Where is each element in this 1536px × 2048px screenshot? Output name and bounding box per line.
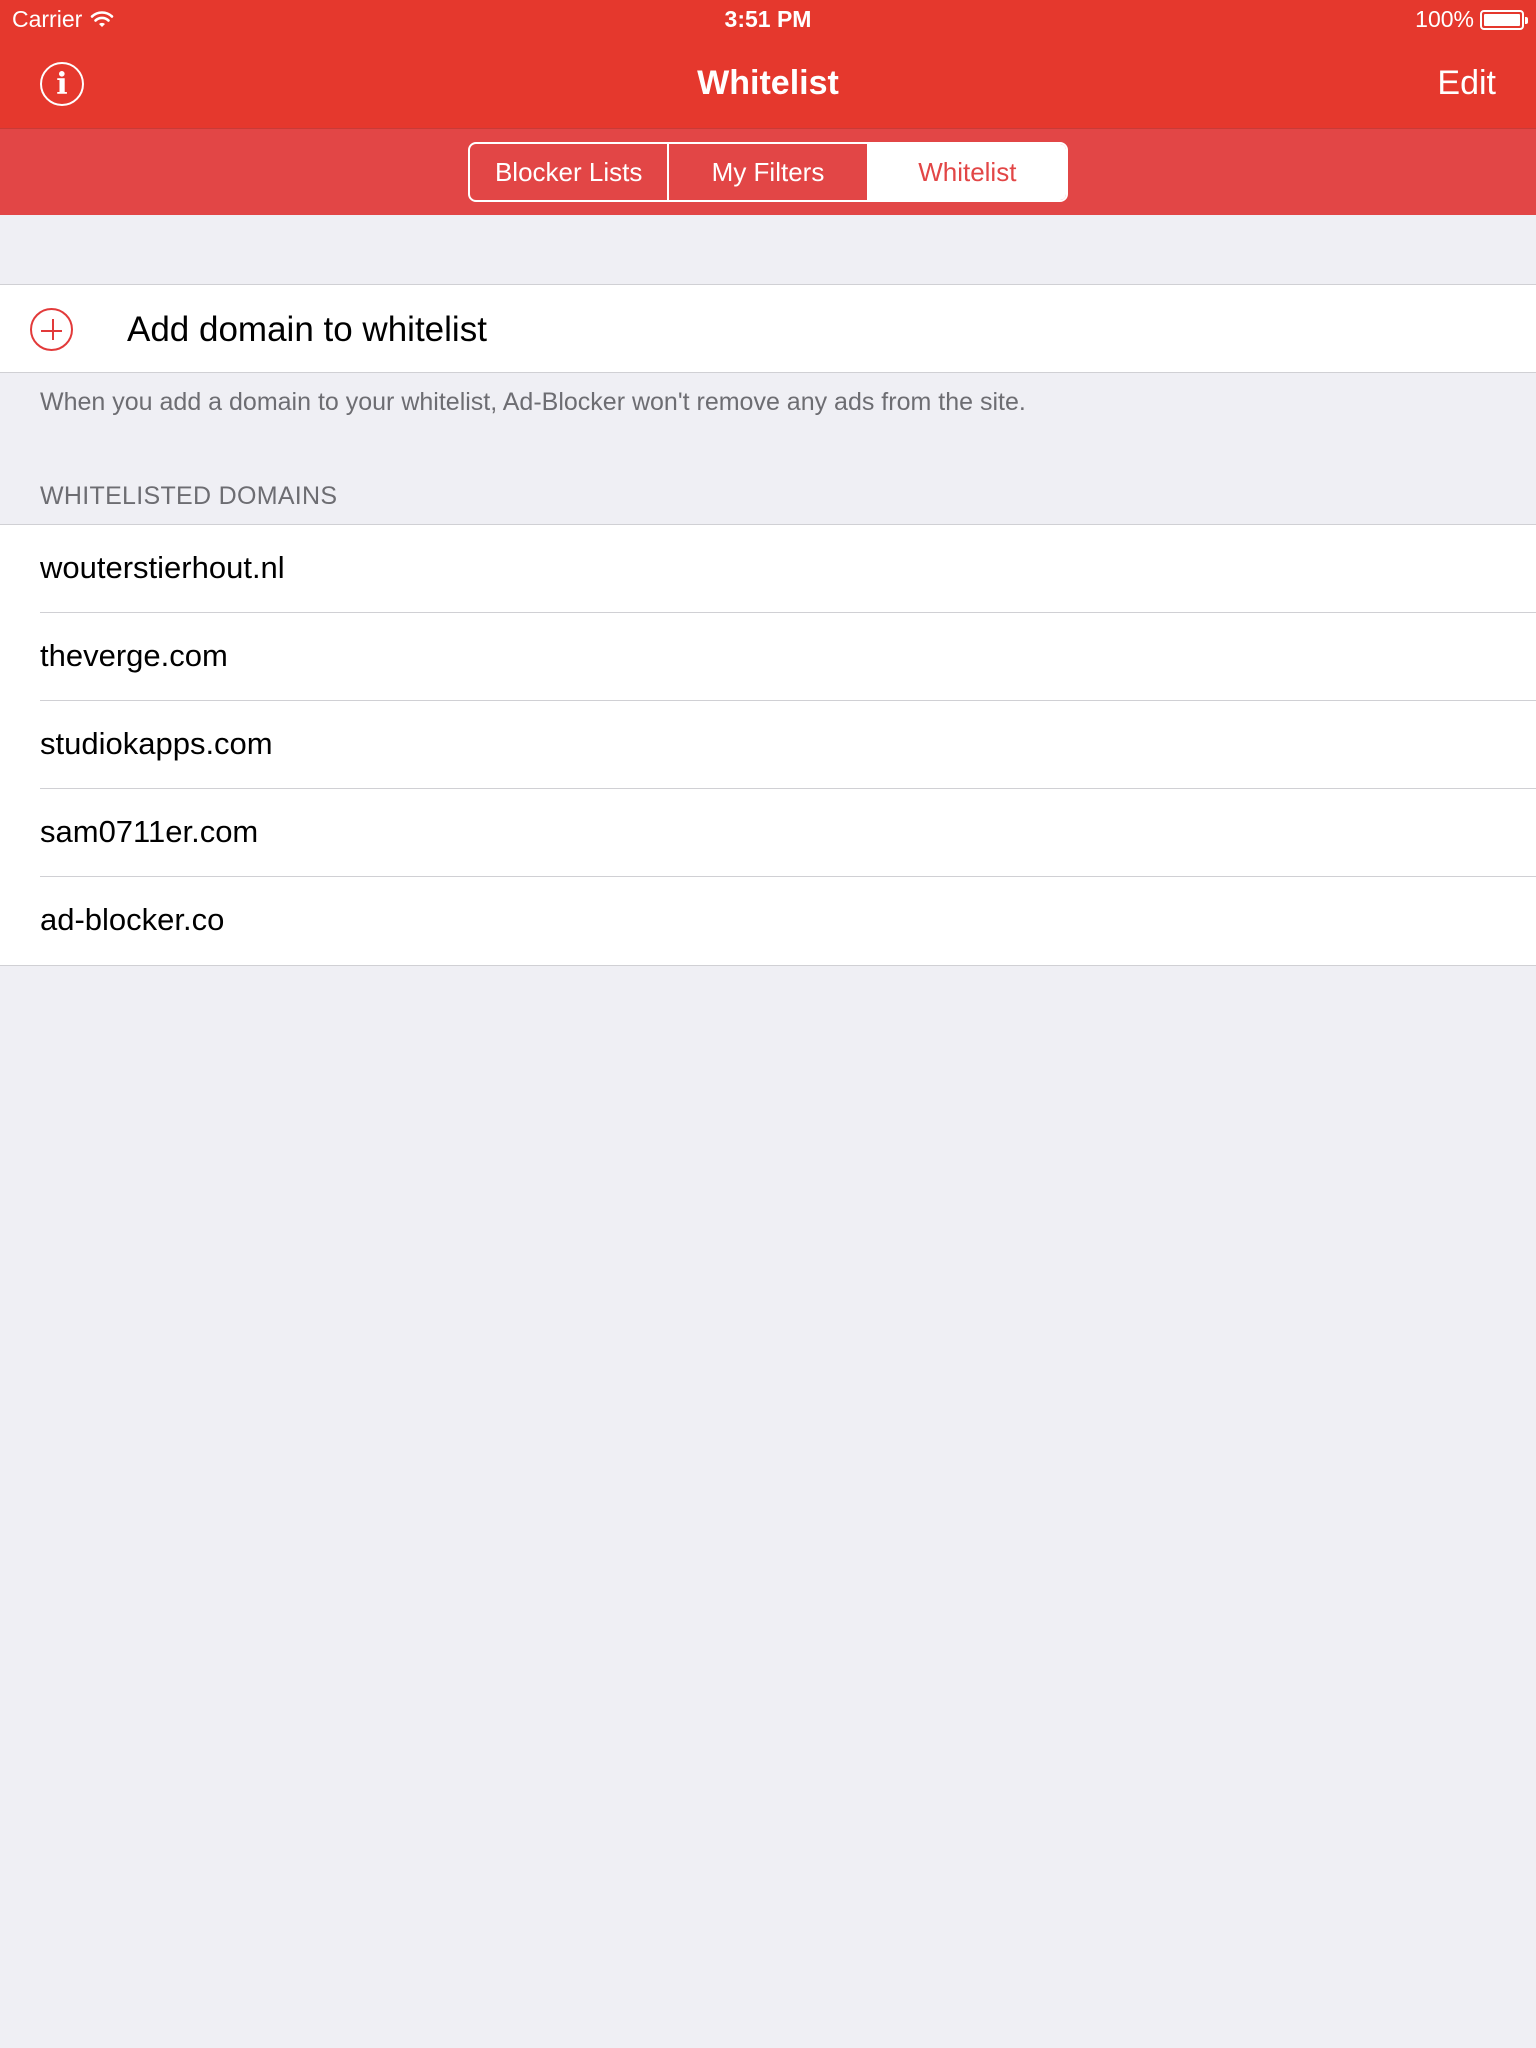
edit-button[interactable]: Edit [1437,64,1496,103]
segmented-control: Blocker Lists My Filters Whitelist [468,142,1068,202]
domain-row[interactable]: theverge.com [0,613,1536,701]
add-domain-row[interactable]: Add domain to whitelist [0,284,1536,373]
add-domain-label: Add domain to whitelist [127,310,487,349]
battery-percent: 100% [1415,6,1474,32]
battery-group: 100% [1415,6,1528,33]
page-title: Whitelist [697,64,839,102]
add-circle-icon [30,308,73,351]
battery-icon [1480,9,1528,30]
navigation-bar: i Whitelist Edit [0,40,1536,128]
whitelist-note: When you add a domain to your whitelist,… [40,388,1026,416]
status-time: 3:51 PM [724,6,812,32]
domain-label: theverge.com [40,638,228,673]
domain-row[interactable]: sam0711er.com [0,789,1536,877]
domain-label: wouterstierhout.nl [40,550,285,585]
domain-row[interactable]: studiokapps.com [0,701,1536,789]
status-bar: Carrier 3:51 PM 100% [0,0,1536,40]
domain-label: ad-blocker.co [40,902,225,937]
segment-blocker-lists[interactable]: Blocker Lists [470,144,670,200]
domain-row[interactable]: wouterstierhout.nl [0,525,1536,613]
domain-label: sam0711er.com [40,814,259,849]
domain-list: wouterstierhout.nl theverge.com studioka… [0,524,1536,966]
domain-label: studiokapps.com [40,726,273,761]
section-header: WHITELISTED DOMAINS [40,482,338,510]
segment-my-filters[interactable]: My Filters [669,144,869,200]
domain-row[interactable]: ad-blocker.co [0,877,1536,965]
segment-whitelist[interactable]: Whitelist [868,144,1066,200]
segment-bar: Blocker Lists My Filters Whitelist [0,128,1536,215]
